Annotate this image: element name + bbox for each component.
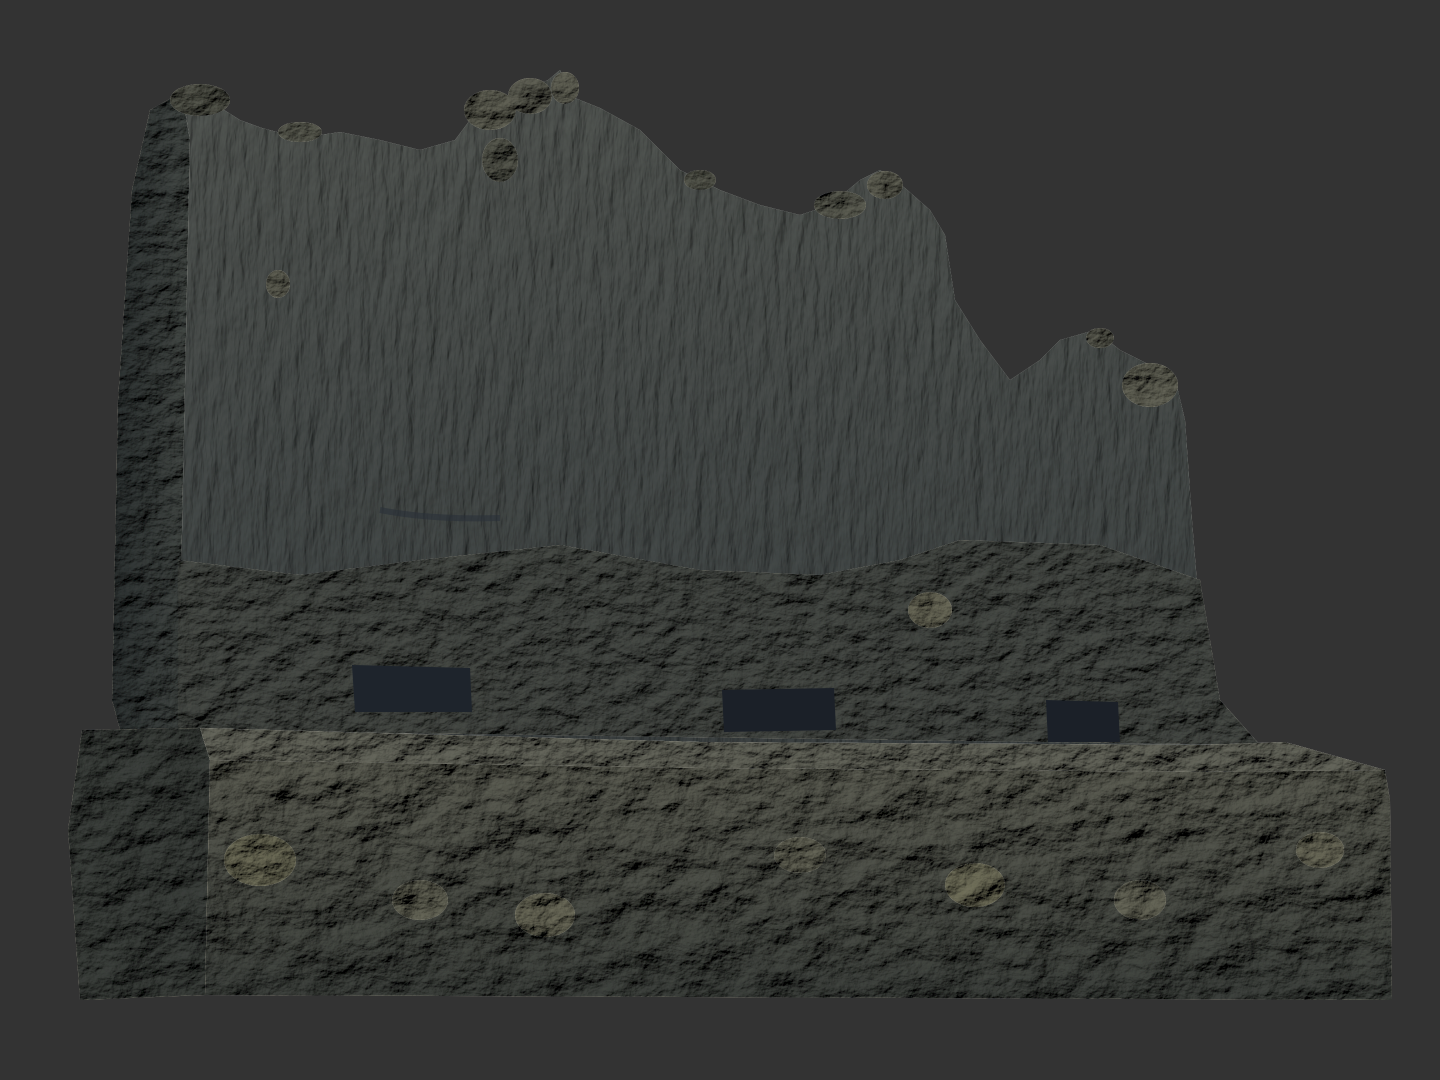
base-side-face bbox=[68, 728, 210, 1000]
wall-render bbox=[68, 70, 1392, 1000]
viewport-background bbox=[0, 0, 1440, 1080]
